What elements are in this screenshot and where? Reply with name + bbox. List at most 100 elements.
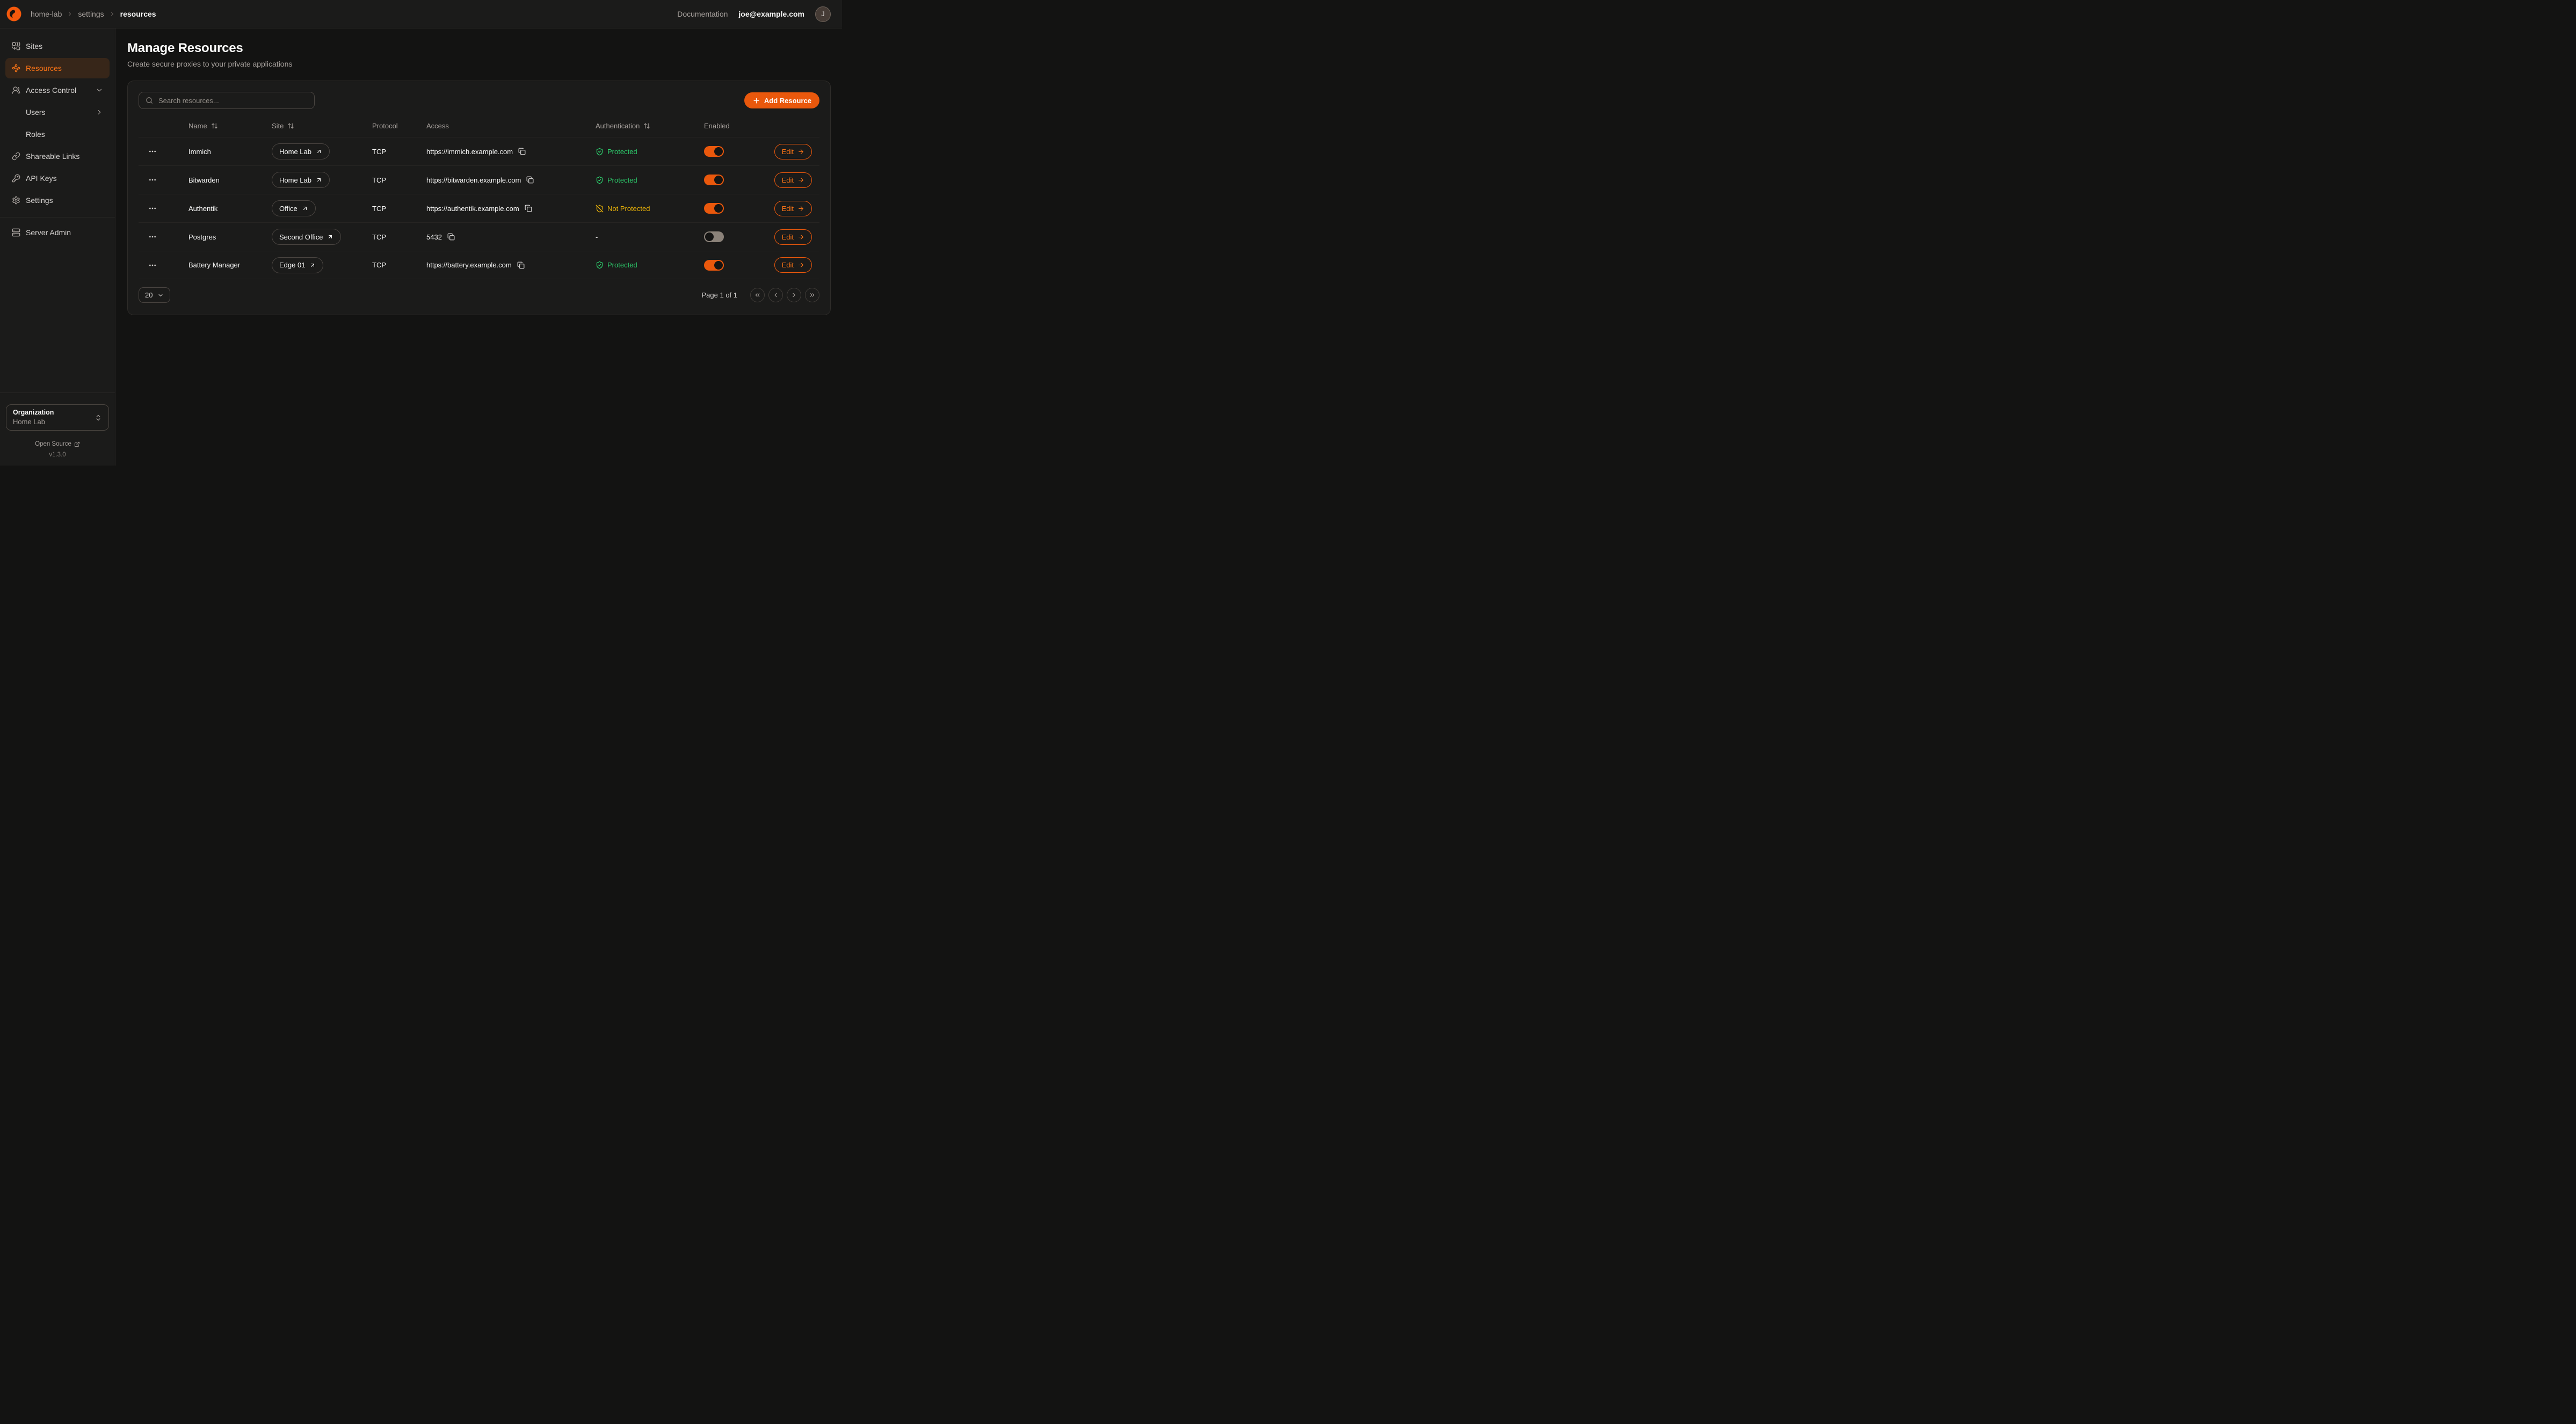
add-resource-label: Add Resource xyxy=(764,97,811,105)
shield-check-icon xyxy=(596,261,604,269)
sidebar-item-label: Users xyxy=(26,108,46,117)
enabled-toggle[interactable] xyxy=(704,175,724,185)
copy-button[interactable] xyxy=(447,233,455,241)
breadcrumb-current: resources xyxy=(120,10,156,18)
arrow-right-icon xyxy=(797,205,804,212)
combine-icon xyxy=(12,42,20,50)
sidebar-item-label: Resources xyxy=(26,64,62,72)
breadcrumb: home-lab settings resources xyxy=(31,10,156,18)
breadcrumb-separator-icon xyxy=(109,11,115,17)
search-icon xyxy=(146,97,153,104)
page-size-select[interactable]: 20 xyxy=(139,287,170,303)
edit-button[interactable]: Edit xyxy=(774,144,812,159)
row-menu-button[interactable] xyxy=(147,175,158,185)
org-switcher[interactable]: Organization Home Lab xyxy=(6,404,109,431)
chevrons-up-down-icon xyxy=(95,414,102,422)
avatar[interactable]: J xyxy=(815,6,831,22)
resources-table: Name Site Protocol Access Authenticati xyxy=(139,114,819,279)
page-size-value: 20 xyxy=(145,291,153,299)
site-link-button[interactable]: Office xyxy=(272,200,316,216)
enabled-toggle[interactable] xyxy=(704,231,724,242)
copy-button[interactable] xyxy=(524,204,533,213)
enabled-toggle[interactable] xyxy=(704,146,724,157)
sidebar-item-users[interactable]: Users xyxy=(5,102,110,122)
protocol-value: TCP xyxy=(364,205,418,213)
gear-icon xyxy=(12,196,20,205)
copy-icon xyxy=(517,261,525,269)
site-name: Home Lab xyxy=(279,148,311,156)
edit-button[interactable]: Edit xyxy=(774,201,812,216)
resource-name: Authentik xyxy=(180,205,263,213)
column-header-authentication[interactable]: Authentication xyxy=(587,122,695,130)
sidebar-item-api-keys[interactable]: API Keys xyxy=(5,168,110,188)
access-url: https://immich.example.com xyxy=(426,148,513,156)
open-source-label: Open Source xyxy=(35,441,71,447)
first-page-button[interactable] xyxy=(750,288,765,302)
row-menu-button[interactable] xyxy=(147,203,158,214)
toggle-knob xyxy=(714,147,723,156)
chevron-left-icon xyxy=(772,292,779,299)
access-url: https://authentik.example.com xyxy=(426,205,519,213)
site-link-button[interactable]: Edge 01 xyxy=(272,257,323,273)
sidebar-item-roles[interactable]: Roles xyxy=(5,124,110,144)
breadcrumb-settings[interactable]: settings xyxy=(78,10,104,18)
toggle-knob xyxy=(714,204,723,213)
row-menu-button[interactable] xyxy=(147,231,158,242)
user-email[interactable]: joe@example.com xyxy=(738,10,804,18)
protocol-value: TCP xyxy=(364,148,418,156)
search-input[interactable] xyxy=(157,96,308,105)
documentation-link[interactable]: Documentation xyxy=(677,10,728,18)
column-header-protocol: Protocol xyxy=(364,122,418,130)
resources-card: Add Resource Name Site Protocol xyxy=(127,81,831,315)
column-header-site[interactable]: Site xyxy=(263,122,364,130)
sidebar-item-label: Sites xyxy=(26,42,42,50)
site-link-button[interactable]: Home Lab xyxy=(272,172,330,188)
chevron-right-icon xyxy=(790,292,797,299)
next-page-button[interactable] xyxy=(787,288,801,302)
previous-page-button[interactable] xyxy=(768,288,783,302)
table-row: Authentik Office TCP https://authentik.e… xyxy=(139,194,819,222)
sidebar-item-shareable-links[interactable]: Shareable Links xyxy=(5,146,110,166)
row-menu-button[interactable] xyxy=(147,260,158,271)
topbar-right: Documentation joe@example.com J xyxy=(677,6,831,22)
last-page-button[interactable] xyxy=(805,288,819,302)
sidebar-item-access-control[interactable]: Access Control xyxy=(5,80,110,100)
row-menu-button[interactable] xyxy=(147,146,158,157)
app-logo[interactable] xyxy=(5,5,23,23)
edit-button[interactable]: Edit xyxy=(774,229,812,245)
table-row: Postgres Second Office TCP 5432 - Edit xyxy=(139,222,819,251)
site-name: Second Office xyxy=(279,233,323,241)
sidebar-item-label: Access Control xyxy=(26,86,76,95)
enabled-toggle[interactable] xyxy=(704,203,724,214)
edit-button[interactable]: Edit xyxy=(774,257,812,273)
copy-button[interactable] xyxy=(518,147,526,156)
ellipsis-icon xyxy=(148,176,157,184)
table-header: Name Site Protocol Access Authenticati xyxy=(139,114,819,137)
site-link-button[interactable]: Home Lab xyxy=(272,143,330,159)
ellipsis-icon xyxy=(148,261,157,270)
resource-name: Postgres xyxy=(180,233,263,241)
external-link-icon xyxy=(74,441,80,447)
arrow-right-icon xyxy=(797,261,804,268)
arrow-up-right-icon xyxy=(316,177,322,183)
auth-status-badge: Not Protected xyxy=(596,205,650,213)
sidebar-item-settings[interactable]: Settings xyxy=(5,190,110,210)
arrow-up-right-icon xyxy=(309,262,316,268)
edit-button[interactable]: Edit xyxy=(774,172,812,188)
add-resource-button[interactable]: Add Resource xyxy=(744,92,819,108)
column-header-name[interactable]: Name xyxy=(180,122,263,130)
breadcrumb-org[interactable]: home-lab xyxy=(31,10,62,18)
sidebar: Sites Resources Access Control Users Rol… xyxy=(0,28,115,466)
sidebar-item-sites[interactable]: Sites xyxy=(5,36,110,56)
copy-button[interactable] xyxy=(526,176,534,184)
enabled-toggle[interactable] xyxy=(704,260,724,271)
open-source-link[interactable]: Open Source xyxy=(35,441,80,447)
site-link-button[interactable]: Second Office xyxy=(272,229,341,245)
access-url: https://bitwarden.example.com xyxy=(426,176,521,184)
pagination-controls: Page 1 of 1 xyxy=(702,288,820,302)
sidebar-item-label: Roles xyxy=(26,130,45,139)
arrow-up-right-icon xyxy=(327,234,333,240)
sidebar-item-server-admin[interactable]: Server Admin xyxy=(5,222,110,243)
copy-button[interactable] xyxy=(517,261,525,270)
sidebar-item-resources[interactable]: Resources xyxy=(5,58,110,78)
